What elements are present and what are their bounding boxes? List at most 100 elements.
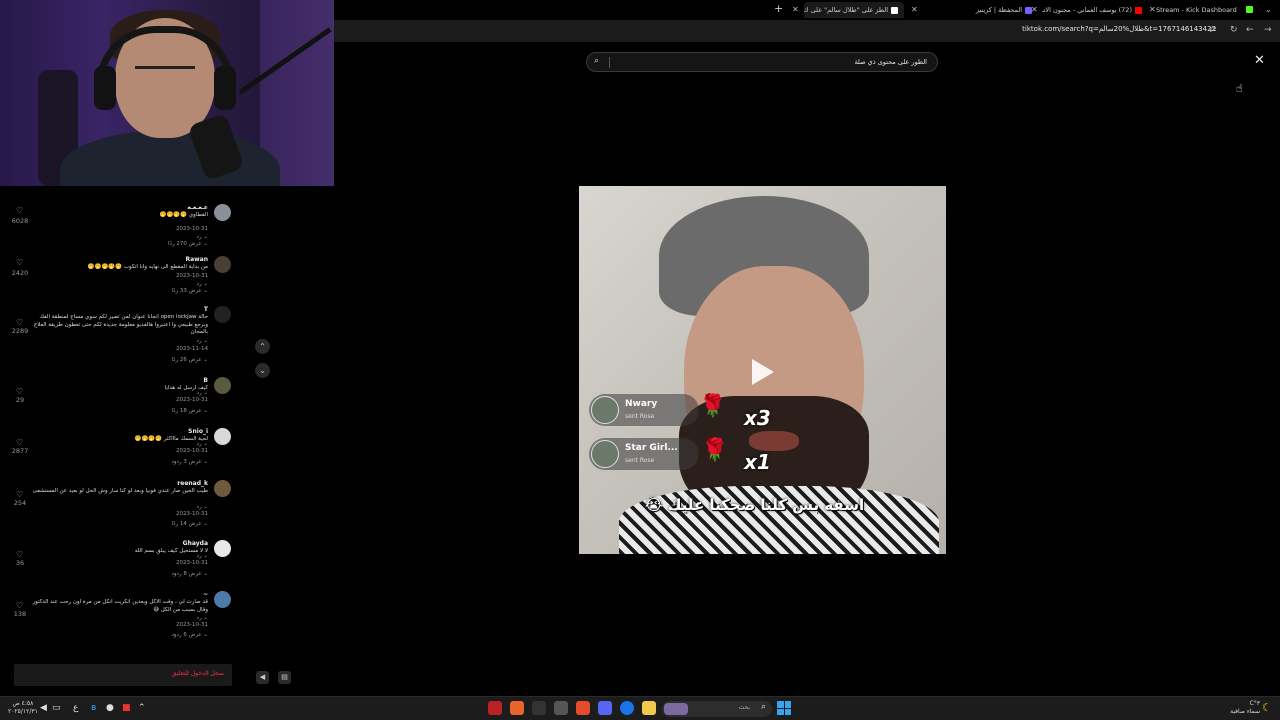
comment-date: 2023-11-14 xyxy=(176,346,208,352)
heart-icon[interactable]: ♡ xyxy=(16,438,23,447)
app-icon[interactable] xyxy=(576,701,590,715)
view-replies-button[interactable]: عرض 8 ردود xyxy=(171,571,208,577)
comment-username[interactable]: B xyxy=(203,377,208,384)
windows-start-icon[interactable] xyxy=(777,701,791,715)
back-icon[interactable]: ← xyxy=(1246,24,1254,36)
play-icon[interactable] xyxy=(752,359,774,385)
view-replies-button[interactable]: عرض 3 ردود xyxy=(171,459,208,465)
reload-icon[interactable]: ↻ xyxy=(1230,24,1238,36)
avatar[interactable] xyxy=(214,306,231,323)
reply-button[interactable]: رد xyxy=(197,234,208,240)
heart-icon[interactable]: ♡ xyxy=(16,318,23,327)
tray-app-icon[interactable]: ● xyxy=(106,703,114,713)
close-icon[interactable]: ✕ xyxy=(1254,54,1265,68)
clock[interactable]: ٤:٥٨ ص ٢٠٢٥/١٢/٣١ xyxy=(8,700,38,716)
heart-icon[interactable]: ♡ xyxy=(16,206,23,215)
search-icon: ⌕ xyxy=(760,702,766,712)
comment-username[interactable]: T xyxy=(204,306,208,313)
search-input-value[interactable]: الطور على محتوى ذي صلة xyxy=(854,58,927,66)
reply-button[interactable]: رد xyxy=(197,338,208,344)
language-indicator[interactable]: ع xyxy=(73,703,78,713)
rose-icon: 🌹 xyxy=(699,394,727,419)
discord-icon[interactable] xyxy=(598,701,612,715)
comment-login-bar[interactable]: سجل الدخول للتعليق xyxy=(14,664,232,686)
comment-username[interactable]: reenad_k xyxy=(177,480,208,487)
avatar[interactable] xyxy=(214,204,231,221)
address-bar[interactable]: tiktok.com/search?q=طلال%20سالم&t=176714… xyxy=(334,20,1280,42)
translate-icon[interactable]: ⇄ xyxy=(1209,24,1217,36)
comment-username[interactable]: ~ xyxy=(203,591,208,598)
comment-text: قد صارت لي ، وقت الاكل وبعدين انكريت انك… xyxy=(32,599,208,613)
comment-username[interactable]: Snio_i xyxy=(188,428,208,435)
reply-button[interactable]: رد xyxy=(197,281,208,287)
tab-close-icon[interactable]: ✕ xyxy=(1031,4,1038,16)
comment-username[interactable]: Ghayda xyxy=(183,540,208,547)
mouse-cursor-icon: ☝ xyxy=(1236,82,1243,95)
heart-icon[interactable]: ♡ xyxy=(16,490,23,499)
avatar[interactable] xyxy=(214,256,231,273)
reply-button[interactable]: رد xyxy=(197,504,208,510)
reply-button[interactable]: رد xyxy=(197,441,208,447)
comment-text: كيف ارسل له هدايا xyxy=(164,385,208,391)
avatar[interactable] xyxy=(214,591,231,608)
network-icon[interactable]: ▭ xyxy=(52,703,61,713)
like-count: 2420 xyxy=(11,269,29,277)
view-replies-button[interactable]: عرض 33 ردًا xyxy=(172,288,208,294)
avatar[interactable] xyxy=(214,540,231,557)
rose-icon: 🌹 xyxy=(701,438,729,463)
reply-button[interactable]: رد xyxy=(197,615,208,621)
app-icon[interactable] xyxy=(554,701,568,715)
heart-icon[interactable]: ♡ xyxy=(16,387,23,396)
forward-icon[interactable]: → xyxy=(1264,24,1272,36)
volume-tray-icon[interactable]: ◀ xyxy=(40,703,47,713)
avatar[interactable] xyxy=(214,480,231,497)
previous-video-button[interactable]: ⌃ xyxy=(255,339,270,354)
search-caret xyxy=(609,57,610,68)
tab-close-icon[interactable]: ✕ xyxy=(792,4,799,16)
tab-active[interactable]: الطز على "طلال سالم" على ك xyxy=(804,2,904,18)
tiktok-icon xyxy=(891,6,898,14)
view-replies-button[interactable]: عرض 6 ردود xyxy=(171,632,208,638)
tab-wallet[interactable]: المحفظة | كريتيز xyxy=(952,2,1032,18)
new-tab-button[interactable]: + xyxy=(774,3,783,15)
avatar[interactable] xyxy=(214,428,231,445)
login-to-comment-link[interactable]: سجل الدخول للتعليق xyxy=(172,670,224,677)
weather-widget[interactable]: ٣°C سماء صافية xyxy=(1220,700,1260,716)
reply-button[interactable]: رد xyxy=(197,553,208,559)
file-explorer-icon[interactable] xyxy=(642,701,656,715)
video-player[interactable]: Nwary sent Rose 🌹 x3 Star Girl... sent R… xyxy=(579,186,946,554)
tab-kick-dashboard[interactable]: Stream - Kick Dashboard xyxy=(1156,2,1256,18)
tray-app-icon[interactable]: ■ xyxy=(122,703,131,713)
moon-icon: ☾ xyxy=(1262,701,1272,714)
app-icon[interactable] xyxy=(488,701,502,715)
tab-close-icon[interactable]: ✕ xyxy=(1149,4,1156,16)
view-replies-button[interactable]: عرض 18 ردًا xyxy=(172,408,208,414)
tab-youtube[interactable]: (72) يوسف العماني - مجنون الاتـ xyxy=(1042,2,1142,18)
avatar[interactable] xyxy=(214,377,231,394)
tab-close-icon[interactable]: ✕ xyxy=(911,4,918,16)
url-text[interactable]: tiktok.com/search?q=طلال%20سالم&t=176714… xyxy=(1022,25,1216,33)
app-icon[interactable] xyxy=(532,701,546,715)
volume-icon[interactable]: ◀ xyxy=(256,671,269,684)
search-input[interactable]: ⌕ الطور على محتوى ذي صلة xyxy=(586,52,938,72)
comment-text: لا لا مستحيل كيف يبلق بسم الله xyxy=(134,548,208,554)
tab-menu-chevron-icon[interactable]: ⌄ xyxy=(1265,4,1272,16)
captions-icon[interactable]: ▤ xyxy=(278,671,291,684)
reply-button[interactable]: رد xyxy=(197,390,208,396)
taskbar-search[interactable]: بحث ⌕ xyxy=(662,701,772,717)
chrome-icon[interactable] xyxy=(620,701,634,715)
heart-icon[interactable]: ♡ xyxy=(16,258,23,267)
heart-icon[interactable]: ♡ xyxy=(16,550,23,559)
next-video-button[interactable]: ⌄ xyxy=(255,363,270,378)
search-icon[interactable]: ⌕ xyxy=(594,56,599,66)
view-replies-button[interactable]: عرض 14 ردًا xyxy=(172,521,208,527)
bluetooth-icon[interactable]: ʙ xyxy=(91,703,96,713)
view-replies-button[interactable]: عرض 270 ردًا xyxy=(168,241,208,247)
comments-list[interactable]: ﻋـﻌـﻌـﻌ القطاوي 🤭🤭🤭🤭 2023-10-31 رد عرض 2… xyxy=(0,188,236,652)
heart-icon[interactable]: ♡ xyxy=(16,601,23,610)
view-replies-button[interactable]: عرض 26 ردًا xyxy=(172,357,208,363)
chevron-up-icon[interactable]: ⌃ xyxy=(138,703,146,713)
app-icon[interactable] xyxy=(510,701,524,715)
comment-username[interactable]: Rawan xyxy=(185,256,208,263)
comment-username[interactable]: ﻋـﻌـﻌـﻌ xyxy=(188,204,208,211)
